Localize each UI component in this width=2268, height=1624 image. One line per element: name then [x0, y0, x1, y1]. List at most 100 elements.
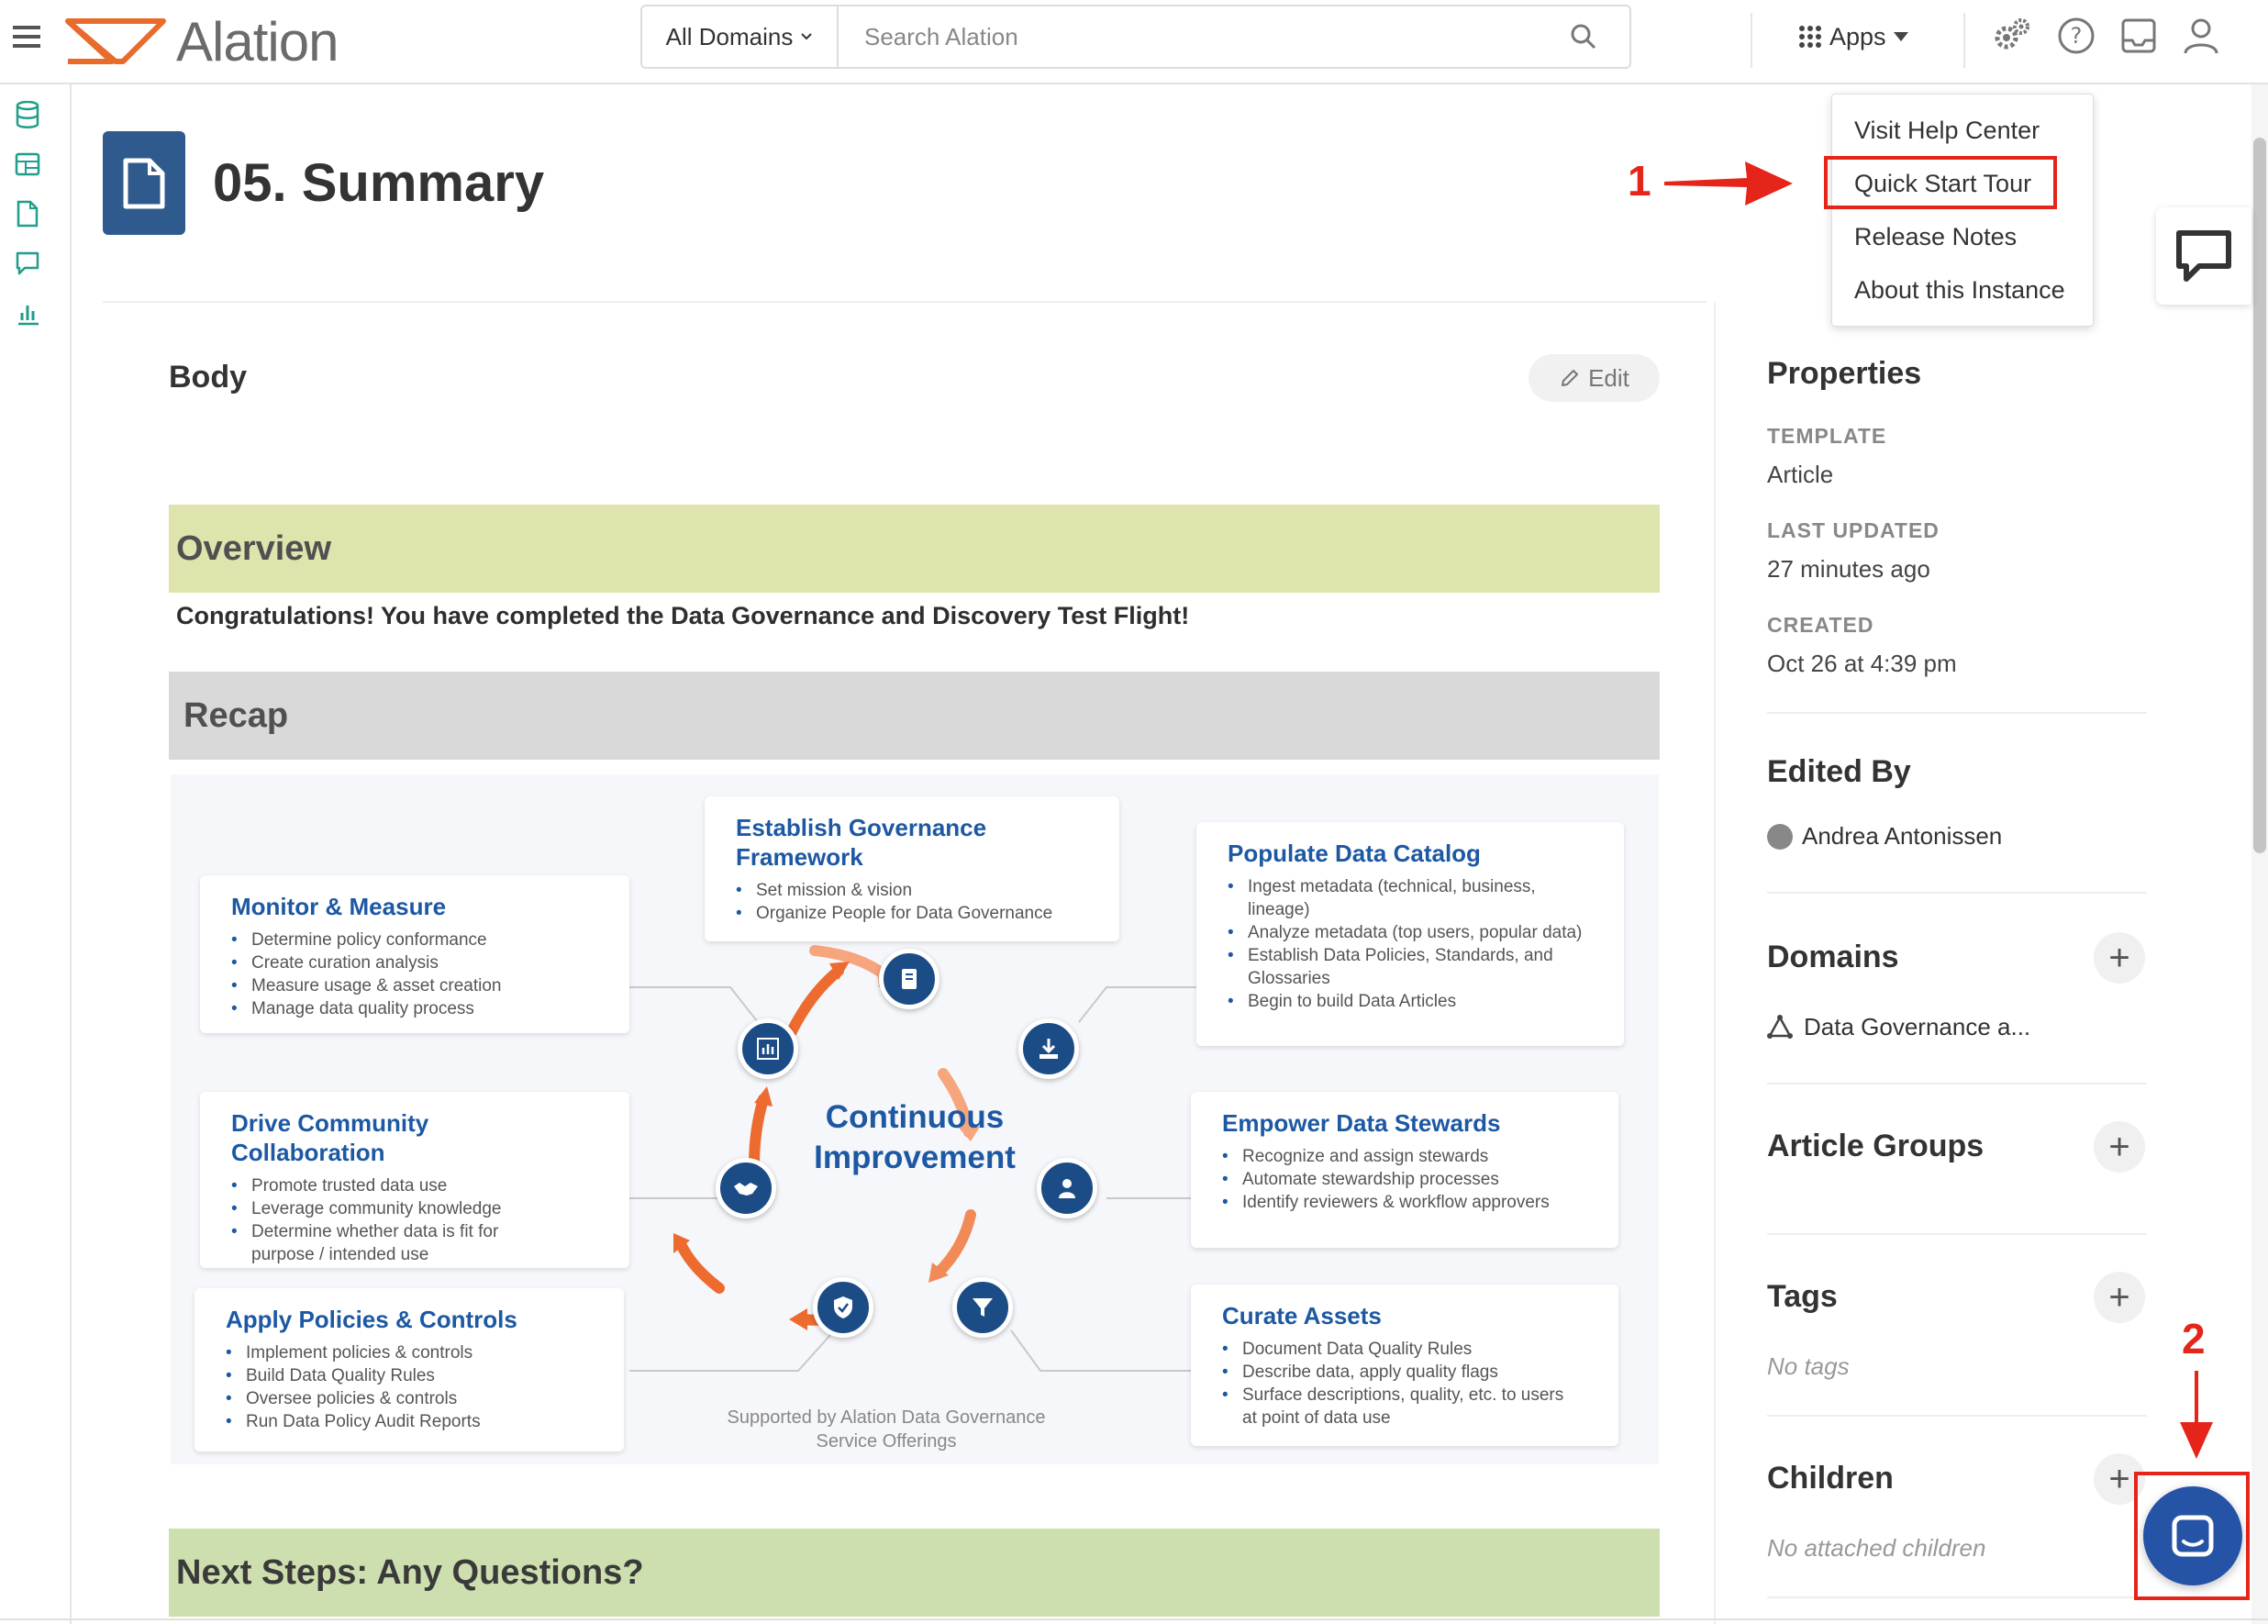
- edit-button[interactable]: Edit: [1529, 354, 1660, 402]
- card-bullet: Describe data, apply quality flags: [1222, 1361, 1582, 1384]
- help-icon[interactable]: ?: [2053, 13, 2099, 59]
- body-section-label: Body: [169, 360, 247, 395]
- domain-item[interactable]: Data Governance a...: [1767, 1013, 2030, 1041]
- database-icon[interactable]: [12, 99, 43, 130]
- next-steps-heading: Next Steps: Any Questions?: [169, 1529, 1660, 1617]
- domain-select[interactable]: All Domains: [642, 6, 839, 67]
- quick-start-highlight-box: [1824, 156, 2057, 209]
- top-header: Alation All Domains Apps ?: [0, 0, 2268, 84]
- supported-line2: Service Offerings: [816, 1431, 957, 1452]
- created-label: CREATED: [1767, 613, 1874, 637]
- card-bullet: Measure usage & asset creation: [231, 974, 604, 997]
- annotation-arrow-down-icon: [2180, 1371, 2213, 1459]
- search-input[interactable]: [839, 6, 1556, 67]
- inbox-icon[interactable]: [2116, 13, 2162, 59]
- tags-title: Tags: [1767, 1279, 1838, 1314]
- annotation-arrow-right-icon: [1664, 161, 1793, 206]
- card-title: Curate Assets: [1222, 1302, 1382, 1329]
- speech-bubble-icon: [2176, 230, 2231, 282]
- left-nav-rail: [0, 84, 72, 1624]
- alation-logo[interactable]: Alation: [64, 9, 339, 73]
- sidebar-rule: [1767, 1415, 2147, 1417]
- congratulations-text: Congratulations! You have completed the …: [176, 602, 1190, 629]
- alation-logo-icon: [65, 18, 166, 64]
- recap-heading: Recap: [169, 672, 1660, 760]
- user-profile-icon[interactable]: [2178, 13, 2224, 59]
- supported-by-caption: Supported by Alation Data Governance Ser…: [703, 1406, 1070, 1453]
- last-updated-value: 27 minutes ago: [1767, 555, 1930, 583]
- feedback-button[interactable]: [2156, 207, 2251, 305]
- steward-person-node-icon: [1037, 1158, 1097, 1218]
- filter-node-icon: [952, 1277, 1013, 1338]
- chart-node-icon: [738, 1018, 798, 1079]
- card-bullet: Run Data Policy Audit Reports: [226, 1410, 598, 1433]
- handshake-node-icon: [716, 1158, 776, 1218]
- card-bullet: Manage data quality process: [231, 997, 604, 1020]
- sidebar-rule: [1767, 892, 2147, 894]
- grid-icon: [1799, 26, 1821, 48]
- article-icon[interactable]: [12, 198, 43, 229]
- menu-item-visit-help-center[interactable]: Visit Help Center: [1854, 117, 2040, 145]
- children-title: Children: [1767, 1461, 1894, 1496]
- add-tag-button[interactable]: +: [2094, 1272, 2145, 1323]
- chat-launcher-button[interactable]: [2143, 1486, 2242, 1585]
- sidebar-rule: [1767, 1596, 2147, 1598]
- tags-empty-text: No tags: [1767, 1352, 1850, 1380]
- avatar: [1767, 823, 1793, 850]
- card-bullet: Determine policy conformance: [231, 929, 604, 951]
- edit-button-label: Edit: [1588, 363, 1629, 392]
- overview-heading: Overview: [169, 505, 1660, 593]
- card-bullet: Establish Data Policies, Standards, and …: [1228, 944, 1596, 990]
- svg-text:?: ?: [2071, 23, 2083, 49]
- card-bullet: Surface descriptions, quality, etc. to u…: [1222, 1384, 1582, 1429]
- card-bullet: Identify reviewers & workflow approvers: [1222, 1191, 1593, 1214]
- card-title: Establish Governance Framework: [736, 814, 987, 871]
- article-type-icon: [103, 131, 185, 235]
- table-icon[interactable]: [12, 149, 43, 180]
- caret-down-icon: [1893, 32, 1908, 41]
- populate-catalog-card: Populate Data Catalog Ingest metadata (t…: [1196, 822, 1624, 1046]
- created-value: Oct 26 at 4:39 pm: [1767, 650, 1957, 677]
- annotation-step-1: 1: [1628, 157, 1651, 205]
- card-bullet: Build Data Quality Rules: [226, 1364, 598, 1387]
- sidebar-divider: [1714, 303, 1716, 1624]
- card-bullet: Ingest metadata (technical, business, li…: [1228, 875, 1596, 921]
- add-article-group-button[interactable]: +: [2094, 1121, 2145, 1173]
- children-empty-text: No attached children: [1767, 1534, 1986, 1562]
- menu-item-release-notes[interactable]: Release Notes: [1854, 223, 2017, 251]
- card-title: Monitor & Measure: [231, 893, 447, 920]
- hamburger-menu-icon[interactable]: [11, 20, 44, 53]
- last-updated-label: LAST UPDATED: [1767, 518, 1940, 542]
- card-bullet: Oversee policies & controls: [226, 1387, 598, 1410]
- page-title: 05. Summary: [213, 153, 545, 213]
- monitor-measure-card: Monitor & Measure Determine policy confo…: [200, 875, 629, 1033]
- properties-title: Properties: [1767, 356, 1922, 391]
- card-title: Populate Data Catalog: [1228, 840, 1481, 867]
- title-divider: [103, 301, 1707, 303]
- menu-item-about-instance[interactable]: About this Instance: [1854, 276, 2065, 305]
- card-bullet: Begin to build Data Articles: [1228, 990, 1596, 1013]
- card-title: Apply Policies & Controls: [226, 1306, 517, 1333]
- card-bullet: Recognize and assign stewards: [1222, 1145, 1593, 1168]
- governance-cycle-diagram: Continuous Improvement Establish Governa…: [171, 774, 1659, 1464]
- card-bullet: Create curation analysis: [231, 951, 604, 974]
- search-icon[interactable]: [1556, 9, 1611, 64]
- scrollbar-thumb[interactable]: [2253, 138, 2266, 853]
- apps-menu-button[interactable]: Apps: [1798, 18, 1908, 55]
- card-title: Drive Community Collaboration: [231, 1109, 429, 1166]
- analytics-icon[interactable]: [12, 297, 43, 328]
- curate-assets-card: Curate Assets Document Data Quality Rule…: [1191, 1285, 1618, 1446]
- domain-value: Data Governance a...: [1804, 1013, 2031, 1040]
- logo-text: Alation: [176, 10, 339, 72]
- add-domain-button[interactable]: +: [2094, 932, 2145, 984]
- search-bar: All Domains: [640, 5, 1631, 69]
- settings-gears-icon[interactable]: [1989, 13, 2035, 59]
- conversation-icon[interactable]: [12, 248, 43, 279]
- establish-governance-card: Establish Governance Framework Set missi…: [705, 796, 1119, 941]
- card-bullet: Leverage community knowledge: [231, 1197, 547, 1220]
- template-value: Article: [1767, 461, 1834, 488]
- card-bullet: Document Data Quality Rules: [1222, 1338, 1582, 1361]
- editor-person[interactable]: Andrea Antonissen: [1767, 822, 2002, 851]
- article-groups-title: Article Groups: [1767, 1129, 1984, 1163]
- card-bullet: Set mission & vision: [736, 879, 1094, 902]
